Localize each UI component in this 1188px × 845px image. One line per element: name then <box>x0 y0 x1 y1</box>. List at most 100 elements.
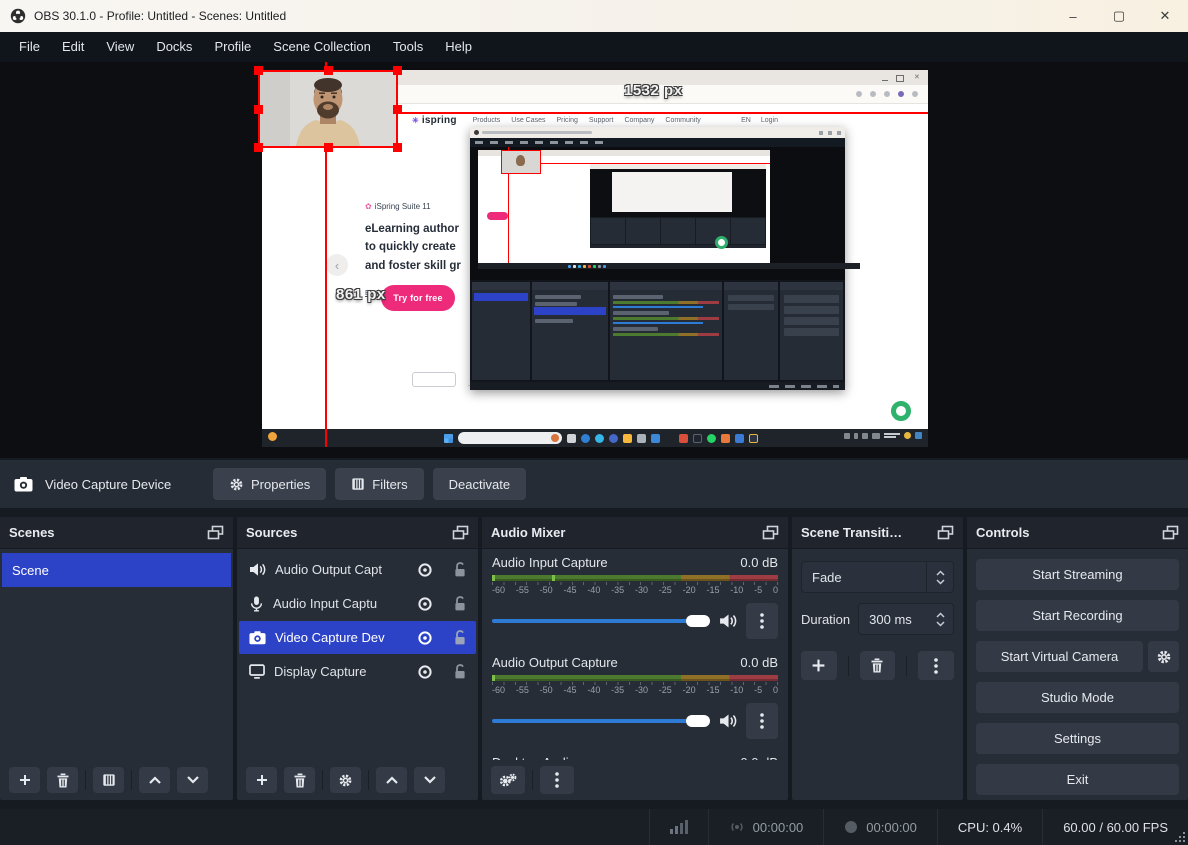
transform-handle[interactable] <box>393 105 402 114</box>
source-row-display-capture[interactable]: Display Capture <box>239 655 476 688</box>
chat-widget-icon <box>891 401 911 421</box>
settings-button[interactable]: Settings <box>976 723 1179 754</box>
source-row-video-capture[interactable]: Video Capture Dev <box>239 621 476 654</box>
duration-spinbox[interactable]: 300 ms <box>858 603 954 635</box>
transform-handle[interactable] <box>254 66 263 75</box>
maximize-button[interactable]: ▢ <box>1096 0 1142 32</box>
minimize-button[interactable]: – <box>1050 0 1096 32</box>
select-chevrons-icon[interactable] <box>926 562 953 592</box>
properties-button[interactable]: Properties <box>213 468 326 500</box>
lock-open-icon[interactable] <box>452 561 468 578</box>
mixer-audio-input: Audio Input Capture 0.0 dB -60-55-50-45-… <box>482 549 788 639</box>
suite-flower-icon: ✿ <box>365 202 372 211</box>
volume-slider[interactable] <box>492 719 710 723</box>
measure-width-label: 1532 px <box>624 82 683 99</box>
visibility-eye-icon[interactable] <box>416 561 434 579</box>
speaker-icon[interactable] <box>719 613 737 629</box>
deactivate-button[interactable]: Deactivate <box>433 468 526 500</box>
speaker-icon[interactable] <box>719 713 737 729</box>
taskbar-app-icon <box>581 434 590 443</box>
menu-edit[interactable]: Edit <box>51 32 95 62</box>
menu-file[interactable]: File <box>8 32 51 62</box>
mixer-db: 0.0 dB <box>740 755 778 760</box>
mixer-options-button[interactable] <box>746 603 778 639</box>
scene-filters-button[interactable] <box>93 767 124 793</box>
advanced-audio-button[interactable] <box>491 766 525 794</box>
transition-properties-button[interactable] <box>918 651 954 680</box>
webcam-source-selection[interactable] <box>258 70 398 148</box>
hero-headline-2: to quickly create <box>365 238 485 256</box>
start-virtual-camera-button[interactable]: Start Virtual Camera <box>976 641 1143 672</box>
filters-button[interactable]: Filters <box>335 468 423 500</box>
dock-panels: Scenes Scene <box>0 517 1188 800</box>
microphone-icon <box>249 596 264 612</box>
start-streaming-button[interactable]: Start Streaming <box>976 559 1179 590</box>
popout-icon[interactable] <box>762 525 779 540</box>
popout-icon[interactable] <box>937 525 954 540</box>
menu-scene-collection[interactable]: Scene Collection <box>262 32 382 62</box>
menu-view[interactable]: View <box>95 32 145 62</box>
popout-icon[interactable] <box>1162 525 1179 540</box>
source-row-audio-input[interactable]: Audio Input Captu <box>239 587 476 620</box>
visibility-eye-icon[interactable] <box>416 663 434 681</box>
captured-minimize-icon <box>882 75 888 81</box>
transition-select[interactable]: Fade <box>801 561 954 593</box>
transform-handle[interactable] <box>254 105 263 114</box>
resize-grip[interactable] <box>1175 832 1185 842</box>
volume-slider-handle[interactable] <box>686 615 710 627</box>
mixer-db: 0.0 dB <box>740 555 778 570</box>
add-transition-button[interactable] <box>801 651 837 680</box>
transform-handle[interactable] <box>393 143 402 152</box>
scene-down-button[interactable] <box>177 767 208 793</box>
lock-open-icon[interactable] <box>452 629 468 646</box>
menu-profile[interactable]: Profile <box>203 32 262 62</box>
remove-transition-button[interactable] <box>860 651 896 680</box>
spin-chevrons-icon[interactable] <box>927 604 953 634</box>
filters-icon <box>351 477 365 491</box>
lock-open-icon[interactable] <box>452 663 468 680</box>
transform-handle[interactable] <box>254 143 263 152</box>
speaker-icon <box>249 562 266 577</box>
visibility-eye-icon[interactable] <box>416 629 434 647</box>
mixer-toolbar <box>482 760 788 800</box>
volume-slider-handle[interactable] <box>686 715 710 727</box>
partner-logo <box>412 372 456 387</box>
source-down-button[interactable] <box>414 767 445 793</box>
volume-slider[interactable] <box>492 619 710 623</box>
virtual-camera-config-button[interactable] <box>1148 641 1179 672</box>
close-button[interactable]: ✕ <box>1142 0 1188 32</box>
mixer-menu-button[interactable] <box>540 766 574 794</box>
add-scene-button[interactable] <box>9 767 40 793</box>
source-up-button[interactable] <box>376 767 407 793</box>
studio-mode-button[interactable]: Studio Mode <box>976 682 1179 713</box>
add-source-button[interactable] <box>246 767 277 793</box>
start-recording-button[interactable]: Start Recording <box>976 600 1179 631</box>
nested-webcam <box>501 150 541 174</box>
taskbar-app-icon <box>721 434 730 443</box>
dots-vertical-icon <box>760 613 764 629</box>
transform-handle[interactable] <box>324 143 333 152</box>
lock-open-icon[interactable] <box>452 595 468 612</box>
menu-help[interactable]: Help <box>434 32 483 62</box>
source-properties-button[interactable] <box>330 767 361 793</box>
taskbar-app-icon <box>693 434 702 443</box>
scene-list-item[interactable]: Scene <box>2 553 231 587</box>
ispring-logo-icon: ✳ <box>412 116 419 125</box>
remove-source-button[interactable] <box>284 767 315 793</box>
obs-window: OBS 30.1.0 - Profile: Untitled - Scenes:… <box>0 0 1188 836</box>
transform-handle[interactable] <box>393 66 402 75</box>
popout-icon[interactable] <box>452 525 469 540</box>
scene-up-button[interactable] <box>139 767 170 793</box>
gear-icon <box>1156 649 1172 665</box>
visibility-eye-icon[interactable] <box>416 595 434 613</box>
captured-maximize-icon <box>896 75 904 82</box>
remove-scene-button[interactable] <box>47 767 78 793</box>
mixer-options-button[interactable] <box>746 703 778 739</box>
camera-icon <box>249 631 266 645</box>
popout-icon[interactable] <box>207 525 224 540</box>
menu-docks[interactable]: Docks <box>145 32 203 62</box>
source-row-audio-output[interactable]: Audio Output Capt <box>239 553 476 586</box>
transform-handle[interactable] <box>324 66 333 75</box>
exit-button[interactable]: Exit <box>976 764 1179 795</box>
menu-tools[interactable]: Tools <box>382 32 434 62</box>
